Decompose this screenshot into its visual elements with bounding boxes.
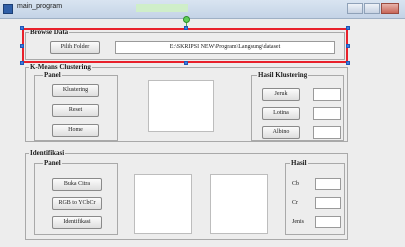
cr-label: Cr [292,200,298,206]
resize-handle-bottom-right[interactable] [346,61,350,65]
identifikasi-panel-title: Panel [43,158,62,168]
kmeans-image-axes [148,80,214,132]
resize-handle-right[interactable] [346,44,350,48]
resize-handle-bottom[interactable] [184,61,188,65]
app-icon [3,4,13,14]
hasil-group: Hasil Cb Cr Jenis [285,158,345,235]
cb-field[interactable] [315,178,341,190]
albino-button[interactable]: Albino [262,126,300,139]
selection-rectangle[interactable] [22,28,348,63]
kmeans-panel-title: Panel [43,70,62,80]
kmeans-group: K-Means Clustering Panel Klustering Rese… [25,62,348,142]
main-window: main_program Browse Data Pilih Folder E:… [0,0,405,247]
home-button[interactable]: Home [52,124,99,137]
buka-citra-button[interactable]: Buka Citra [52,178,102,191]
lotina-button[interactable]: Lotina [262,107,300,120]
resize-handle-top[interactable] [184,26,188,30]
rgb-to-ycbcr-button[interactable]: RGB to YCbCr [52,197,102,210]
minimize-button[interactable] [347,3,363,14]
lotina-result-field[interactable] [313,107,341,120]
cb-label: Cb [292,181,300,187]
window-title: main_program [17,3,63,10]
selection-highlight [136,4,188,12]
jeruk-result-field[interactable] [313,88,341,101]
close-button[interactable] [381,3,399,14]
resize-handle-bottom-left[interactable] [20,61,24,65]
kmeans-panel: Panel Klustering Reset Home [34,70,118,141]
resize-handle-top-right[interactable] [346,26,350,30]
identifikasi-panel: Panel Buka Citra RGB to YCbCr Identifika… [34,158,118,235]
cr-field[interactable] [315,197,341,209]
hasil-klustering-group: Hasil Klustering Jeruk Lotina Albino [251,70,344,141]
identifikasi-title: Identifikasi [29,148,66,158]
window-controls [347,3,399,14]
albino-result-field[interactable] [313,126,341,139]
jenis-label: Jenis [292,219,304,225]
identifikasi-group: Identifikasi Panel Buka Citra RGB to YCb… [25,148,348,240]
resize-handle-left[interactable] [20,44,24,48]
original-image-axes [134,174,192,234]
rotate-handle[interactable] [183,16,190,23]
title-bar: main_program [0,0,405,19]
maximize-button[interactable] [364,3,380,14]
klustering-button[interactable]: Klustering [52,84,99,97]
jeruk-button[interactable]: Jeruk [262,88,300,101]
identifikasi-button[interactable]: Identifikasi [52,216,102,229]
hasil-klustering-title: Hasil Klustering [257,70,309,80]
jenis-field[interactable] [315,216,341,228]
reset-button[interactable]: Reset [52,104,99,117]
ycbcr-image-axes [210,174,268,234]
resize-handle-top-left[interactable] [20,26,24,30]
hasil-title: Hasil [290,158,308,168]
